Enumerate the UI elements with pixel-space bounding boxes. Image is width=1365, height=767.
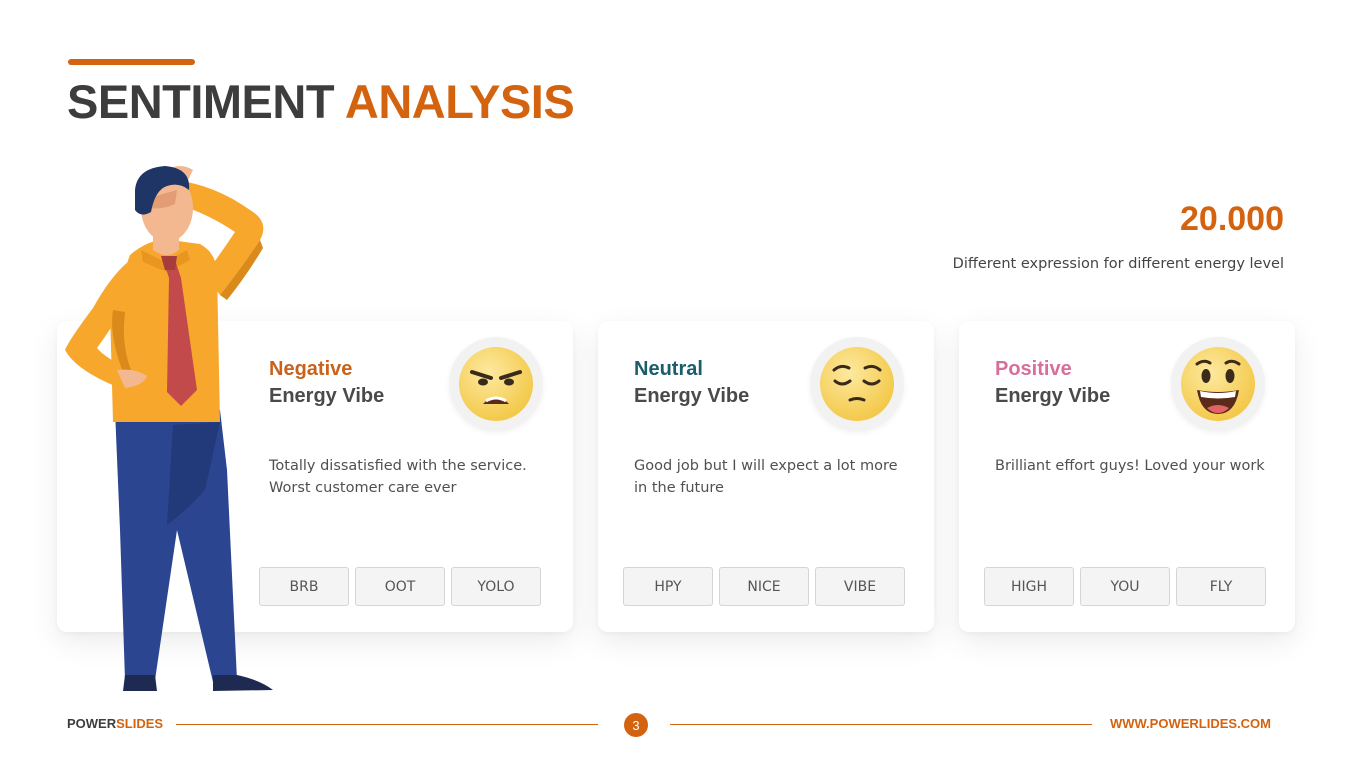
- neutral-card: Neutral Energy Vibe Good job but I will …: [598, 321, 934, 632]
- angry-face-icon: [449, 337, 543, 431]
- card-subtitle-neutral: Energy Vibe: [634, 385, 750, 407]
- page-number: 3: [624, 713, 648, 737]
- card-description-negative: Totally dissatisfied with the service. W…: [269, 458, 527, 496]
- footer-divider-left: [176, 724, 598, 725]
- brand-part-1: POWER: [67, 716, 117, 731]
- card-description-neutral: Good job but I will expect a lot more in…: [634, 458, 898, 496]
- card-description-positive: Brilliant effort guys! Loved your work: [995, 458, 1265, 474]
- tag-vibe[interactable]: VIBE: [815, 567, 905, 606]
- tag-group-negative: BRB OOT YOLO: [259, 567, 541, 606]
- stat-caption: Different expression for different energ…: [952, 256, 1284, 272]
- positive-card: Positive Energy Vibe Brilliant effort gu…: [959, 321, 1295, 632]
- tag-yolo[interactable]: YOLO: [451, 567, 541, 606]
- card-subtitle-negative: Energy Vibe: [269, 385, 385, 407]
- tag-nice[interactable]: NICE: [719, 567, 809, 606]
- card-title-neutral: Neutral: [634, 358, 703, 380]
- title-word-2: ANALYSIS: [344, 75, 575, 128]
- footer-brand: POWERSLIDES: [67, 716, 163, 731]
- title-word-1: SENTIMENT: [67, 75, 335, 128]
- card-title-positive: Positive: [995, 358, 1072, 380]
- footer-divider-right: [670, 724, 1092, 725]
- card-subtitle-positive: Energy Vibe: [995, 385, 1111, 407]
- title-accent-bar: [68, 59, 195, 65]
- tag-oot[interactable]: OOT: [355, 567, 445, 606]
- tag-you[interactable]: YOU: [1080, 567, 1170, 606]
- grinning-face-icon: [1171, 337, 1265, 431]
- stat-value: 20.000: [1180, 200, 1284, 238]
- tag-fly[interactable]: FLY: [1176, 567, 1266, 606]
- tag-high[interactable]: HIGH: [984, 567, 1074, 606]
- tag-hpy[interactable]: HPY: [623, 567, 713, 606]
- relieved-face-icon: [810, 337, 904, 431]
- thinking-man-illustration: [65, 166, 273, 691]
- brand-part-2: SLIDES: [116, 716, 164, 731]
- page-title: SENTIMENT ANALYSIS: [67, 75, 575, 128]
- footer-url[interactable]: WWW.POWERLIDES.COM: [1110, 716, 1271, 731]
- tag-group-positive: HIGH YOU FLY: [984, 567, 1266, 606]
- tag-group-neutral: HPY NICE VIBE: [623, 567, 905, 606]
